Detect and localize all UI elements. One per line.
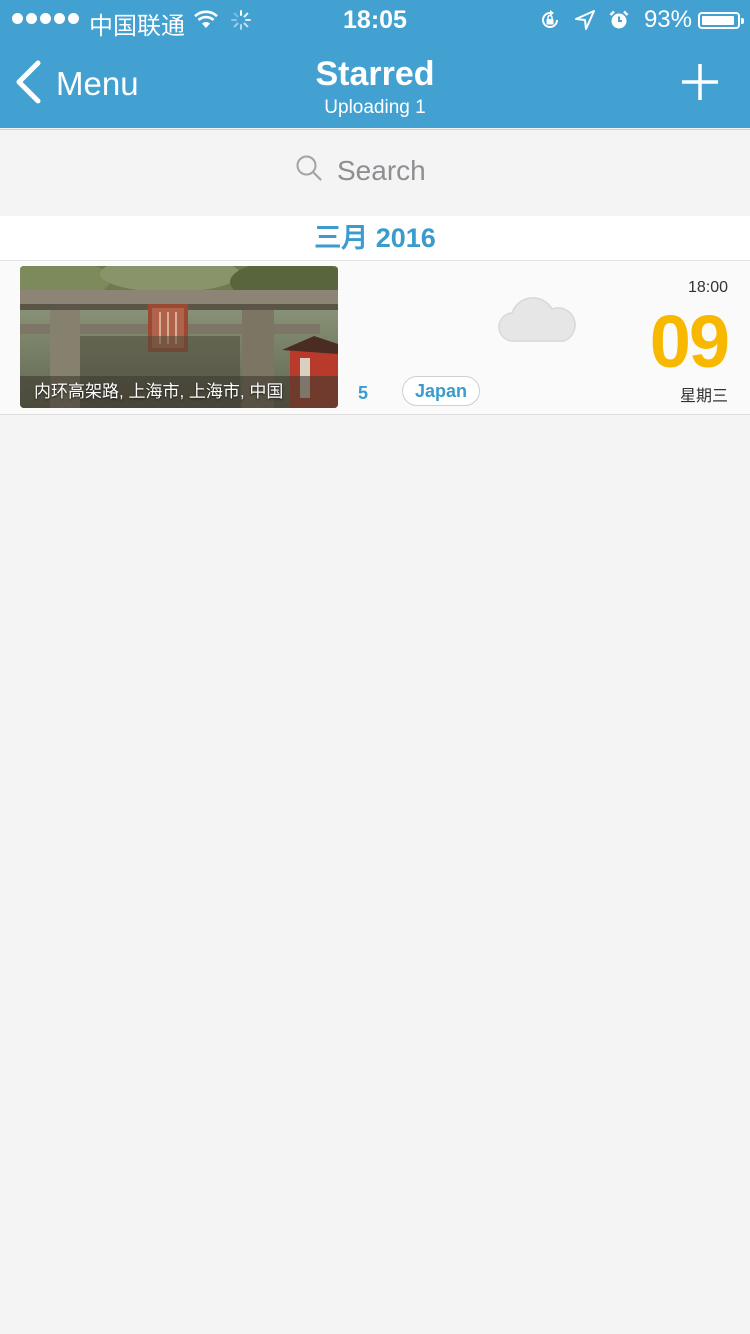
plus-icon	[682, 64, 718, 100]
alarm-icon	[608, 9, 630, 31]
orientation-lock-icon	[538, 8, 562, 32]
battery-icon	[698, 11, 744, 29]
month-section-header: 三月 2016	[0, 216, 750, 261]
search-icon	[295, 154, 323, 187]
search-placeholder: Search	[337, 154, 426, 186]
entry-location: 内环高架路, 上海市, 上海市, 中国	[34, 382, 284, 401]
photo-count: 5	[358, 383, 369, 403]
upload-status: Uploading 1	[324, 97, 426, 118]
search-bar: Search	[0, 129, 750, 217]
entry-time: 18:00	[687, 279, 728, 296]
nav-title-group: Starred Uploading 1	[0, 54, 750, 120]
status-icons: 93%	[526, 6, 744, 34]
add-entry-button[interactable]	[680, 62, 720, 102]
entry-day: 09	[649, 300, 730, 383]
status-bar: 中国联通 18:05 93%	[0, 0, 750, 40]
page-title: Starred	[315, 55, 435, 93]
search-input[interactable]: Search	[295, 154, 426, 187]
location-arrow-icon	[574, 9, 596, 31]
tag-badge[interactable]: Japan	[402, 376, 481, 406]
cloud-icon	[498, 297, 580, 350]
battery-percentage: 93%	[643, 6, 692, 33]
entry-weekday: 星期三	[679, 388, 728, 405]
journal-entry-row[interactable]: 内环高架路, 上海市, 上海市, 中国 5 Japan 18:00 09 星期三	[0, 261, 750, 415]
entry-photo-thumbnail: 内环高架路, 上海市, 上海市, 中国	[20, 266, 338, 408]
navigation-header: 中国联通 18:05 93% Menu Starred Uploading 1	[0, 0, 750, 128]
